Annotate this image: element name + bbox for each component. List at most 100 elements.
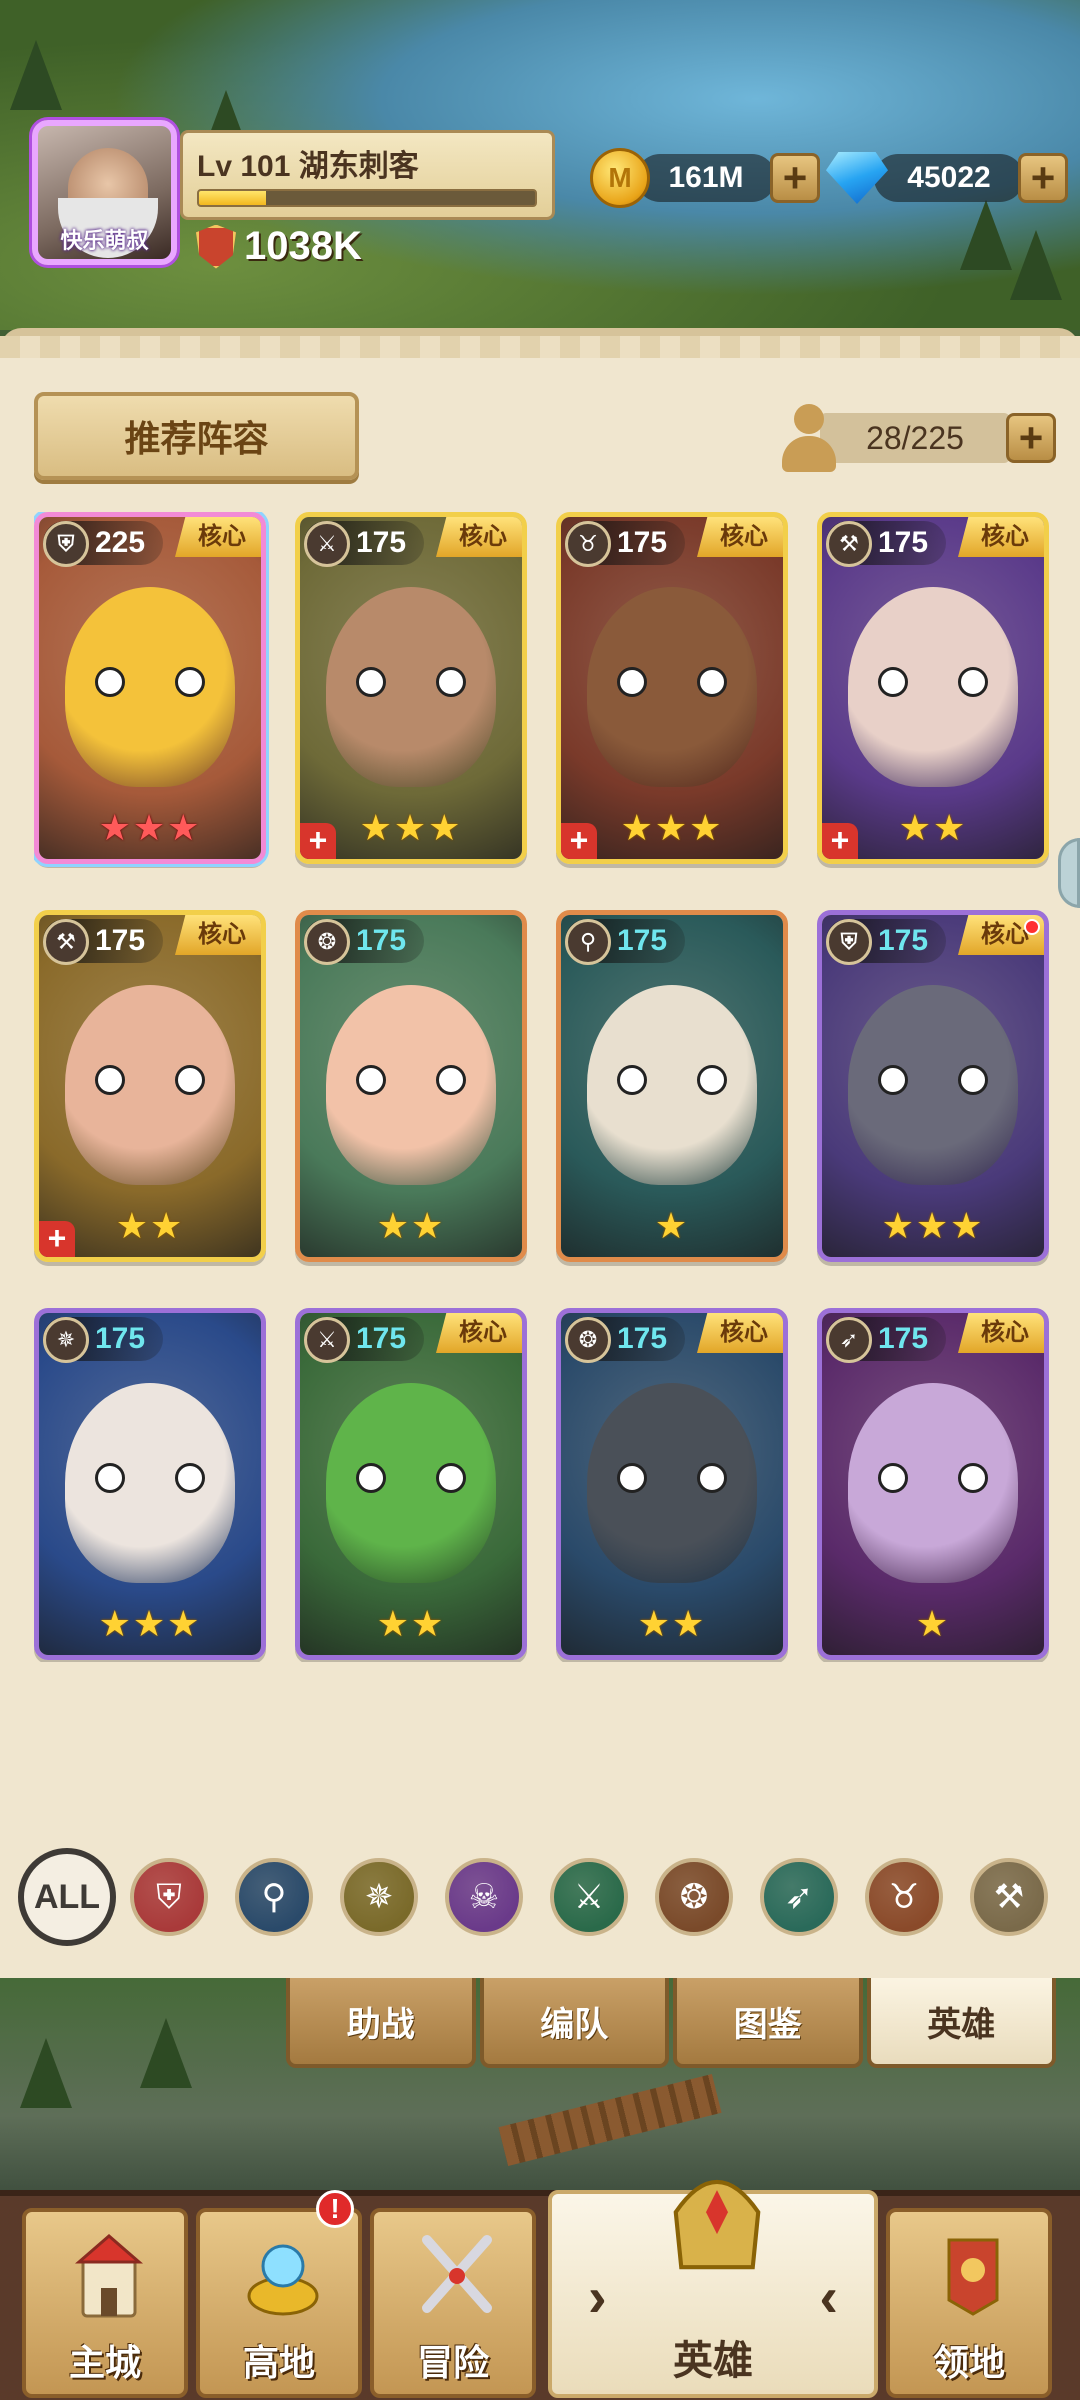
hero-level: 175 (95, 924, 146, 957)
phoenix-filter-icon[interactable]: ✵ (340, 1858, 418, 1936)
hero-card[interactable]: ♉ 175 核心 ★★★ + (556, 512, 788, 864)
star-icon: ★ (376, 1603, 411, 1644)
all-filter[interactable]: ALL (18, 1848, 116, 1946)
shield-filter-icon[interactable]: ⛨ (130, 1858, 208, 1936)
hero-level-badge: ⚲ 175 (565, 919, 685, 965)
nav-city[interactable]: 主城 (22, 2208, 188, 2398)
nav-adventure[interactable]: 冒险 (370, 2208, 536, 2398)
phoenix-icon: ✵ (43, 1317, 89, 1363)
recommended-lineup-button[interactable]: 推荐阵容 (34, 392, 359, 480)
paw-icon: ❂ (304, 919, 350, 965)
swords-filter-icon[interactable]: ⚔ (550, 1858, 628, 1936)
level-progress-fill (199, 191, 267, 205)
star-icon: ★ (654, 807, 690, 848)
star-icon: ★ (620, 807, 655, 848)
capacity-value: 28/225 (820, 413, 1010, 463)
hero-eyes (617, 1463, 727, 1497)
nav-heroes[interactable]: › ‹ 英雄 (548, 2179, 878, 2398)
nav-highland-label: 高地 (242, 2342, 315, 2383)
star-icon: ★ (115, 1205, 150, 1246)
staff-filter-icon[interactable]: ⚲ (235, 1858, 313, 1936)
hero-level: 175 (95, 1322, 146, 1355)
hammer-filter-icon[interactable]: ⚒ (970, 1858, 1048, 1936)
hero-card[interactable]: ⚲ 175 ★ (556, 910, 788, 1262)
nav-adventure-label: 冒险 (416, 2342, 489, 2383)
hero-level-badge: ❂ 175 (304, 919, 424, 965)
star-icon: ★ (411, 1205, 446, 1246)
hero-card[interactable]: ⚒ 175 核心 ★★ + (817, 512, 1049, 864)
hero-card[interactable]: ❂ 175 ★★ (295, 910, 527, 1262)
level-panel[interactable]: Lv 101 湖东刺客 (180, 130, 555, 220)
shield-icon: ⛨ (826, 919, 872, 965)
banner-icon (947, 2238, 999, 2316)
hero-stars: ★ (561, 1205, 783, 1247)
star-icon: ★ (167, 807, 202, 848)
hero-eyes (95, 667, 205, 701)
expand-capacity-button[interactable]: + (1006, 413, 1056, 463)
star-icon: ★ (933, 807, 968, 848)
tab-assist[interactable]: 助战 (286, 1978, 476, 2068)
core-tag: 核心 (436, 517, 522, 557)
core-tag: 核心 (436, 1313, 522, 1353)
panel-border-stripe (0, 336, 1080, 358)
castle-icon (74, 2234, 144, 2318)
hero-level-badge: ✵ 175 (43, 1317, 163, 1363)
tree-decoration (20, 2038, 72, 2108)
hero-eyes (356, 1463, 466, 1497)
add-gold-button[interactable]: + (770, 153, 820, 203)
side-drawer-handle[interactable] (1058, 838, 1080, 908)
hero-level: 175 (878, 924, 929, 957)
star-icon: ★ (637, 1603, 672, 1644)
horns-filter-icon[interactable]: ♉ (865, 1858, 943, 1936)
tab-heroes[interactable]: 英雄 (866, 1978, 1056, 2068)
core-tag: 核心 (175, 915, 261, 955)
hero-card[interactable]: ⚒ 175 核心 ★★ + (34, 910, 266, 1262)
paw-filter-icon[interactable]: ❂ (655, 1858, 733, 1936)
hero-card[interactable]: ⛨ 225 核心 ★★★ (34, 512, 266, 864)
gold-resource: M 161M + (590, 148, 820, 208)
star-icon: ★ (881, 1205, 916, 1246)
hero-level: 175 (878, 1322, 929, 1355)
star-icon: ★ (654, 1205, 690, 1246)
hero-card[interactable]: ⚔ 175 核心 ★★★ + (295, 512, 527, 864)
player-avatar[interactable]: 快乐萌叔 (32, 120, 177, 265)
hero-card[interactable]: ➶ 175 核心 ★ (817, 1308, 1049, 1660)
nav-highland[interactable]: ! 高地 (196, 2190, 362, 2398)
nav-heroes-label: 英雄 (673, 2339, 753, 2383)
chevron-left-icon: ‹ (819, 2265, 838, 2328)
hero-card[interactable]: ✵ 175 ★★★ (34, 1308, 266, 1660)
swords-icon: ⚔ (304, 521, 350, 567)
hero-helmet-icon (673, 2179, 761, 2270)
star-icon: ★ (411, 1603, 446, 1644)
avatar-name: 快乐萌叔 (60, 228, 149, 253)
hero-level: 175 (356, 924, 407, 957)
hero-card[interactable]: ⚔ 175 核心 ★★ (295, 1308, 527, 1660)
shield-icon: ⛨ (43, 521, 89, 567)
hero-level-badge: ⚔ 175 (304, 521, 424, 567)
tab-codex[interactable]: 图鉴 (673, 1978, 863, 2068)
hero-eyes (878, 667, 988, 701)
core-tag: 核心 (697, 517, 783, 557)
tab-formation[interactable]: 编队 (479, 1978, 669, 2068)
star-icon: ★ (393, 807, 429, 848)
star-icon: ★ (98, 807, 133, 848)
hero-card[interactable]: ⛨ 175 核心 ★★★ (817, 910, 1049, 1262)
star-icon: ★ (98, 1603, 133, 1644)
player-name: 湖东刺客 (298, 150, 419, 183)
tree-decoration (140, 2018, 192, 2088)
skull-filter-icon[interactable]: ☠ (445, 1858, 523, 1936)
gold-coin-icon: M (590, 148, 650, 208)
bow-filter-icon[interactable]: ➶ (760, 1858, 838, 1936)
hero-eyes (95, 1065, 205, 1099)
star-icon: ★ (915, 1603, 951, 1644)
tree-decoration (10, 40, 62, 110)
star-icon: ★ (428, 807, 463, 848)
staff-icon: ⚲ (565, 919, 611, 965)
upgrade-plus-icon: + (39, 1221, 75, 1257)
hero-card[interactable]: ❂ 175 核心 ★★ (556, 1308, 788, 1660)
nav-territory[interactable]: 领地 (886, 2208, 1052, 2398)
core-tag: 核心 (958, 1313, 1044, 1353)
hero-level-badge: ⛨ 175 (826, 919, 946, 965)
upgrade-plus-icon: + (822, 823, 858, 859)
add-gems-button[interactable]: + (1018, 153, 1068, 203)
